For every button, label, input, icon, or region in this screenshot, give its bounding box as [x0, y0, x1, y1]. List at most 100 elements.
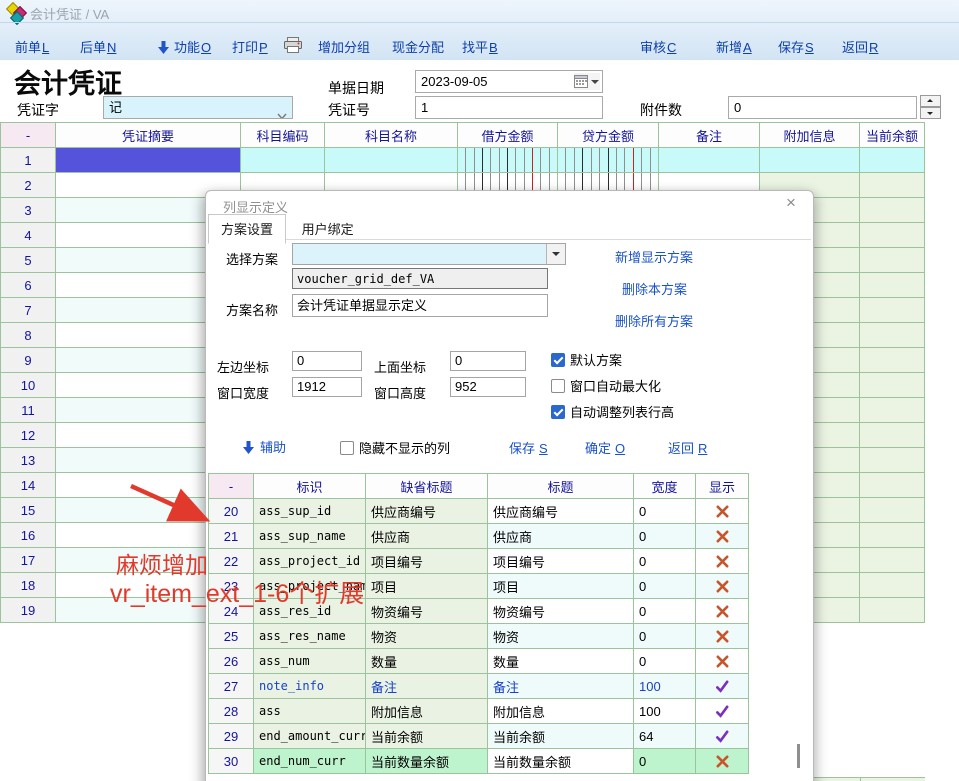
row-number[interactable]: 7	[1, 298, 56, 323]
grid-cell[interactable]	[860, 398, 925, 423]
grid-cell[interactable]	[860, 448, 925, 473]
grid-cell[interactable]	[860, 248, 925, 273]
dropdown-button[interactable]	[546, 244, 565, 264]
row-number[interactable]: 25	[209, 624, 254, 649]
grid-cell[interactable]	[860, 348, 925, 373]
field-id-cell[interactable]: ass_sup_name	[254, 524, 366, 549]
row-number[interactable]: 6	[1, 273, 56, 298]
grid-cell[interactable]	[860, 223, 925, 248]
title-cell[interactable]: 数量	[488, 649, 634, 674]
field-id-cell[interactable]: ass	[254, 699, 366, 724]
field-id-cell[interactable]: ass_project_id	[254, 549, 366, 574]
row-number[interactable]: 11	[1, 398, 56, 423]
cross-icon[interactable]	[696, 599, 749, 624]
default-title-cell[interactable]: 当前余额	[366, 724, 488, 749]
row-number[interactable]: 21	[209, 524, 254, 549]
row-number[interactable]: 22	[209, 549, 254, 574]
toolbar-button-找平[interactable]: 找平B	[462, 37, 498, 56]
default-title-cell[interactable]: 项目	[366, 574, 488, 599]
grid-cell[interactable]	[659, 148, 760, 173]
grid-cell[interactable]	[860, 523, 925, 548]
grid-cell[interactable]	[860, 473, 925, 498]
toolbar-button-新增[interactable]: 新增A	[716, 37, 752, 56]
width-cell[interactable]: 0	[634, 549, 696, 574]
check-icon[interactable]	[696, 674, 749, 699]
add-scheme-link[interactable]: 新增显示方案	[615, 247, 693, 266]
ok-button[interactable]: 确定O	[585, 438, 625, 457]
check-icon[interactable]	[696, 724, 749, 749]
cross-icon[interactable]	[696, 749, 749, 774]
delete-all-schemes-link[interactable]: 删除所有方案	[615, 311, 693, 330]
tab-user-binding[interactable]: 用户绑定	[290, 215, 366, 243]
row-number[interactable]: 20	[209, 499, 254, 524]
field-id-cell[interactable]: end_amount_curr	[254, 724, 366, 749]
title-cell[interactable]: 备注	[488, 674, 634, 699]
grid-cell[interactable]	[241, 148, 325, 173]
cross-icon[interactable]	[696, 624, 749, 649]
title-cell[interactable]: 项目编号	[488, 549, 634, 574]
save-button[interactable]: 保存S	[509, 438, 548, 457]
voucher-no-input[interactable]: 1	[415, 96, 603, 119]
width-cell[interactable]: 0	[634, 574, 696, 599]
row-number[interactable]: 2	[1, 173, 56, 198]
grid-cell[interactable]	[860, 273, 925, 298]
printer-icon[interactable]	[284, 37, 307, 56]
width-cell[interactable]: 0	[634, 524, 696, 549]
cross-icon[interactable]	[696, 649, 749, 674]
auto-maximize-checkbox[interactable]: 窗口自动最大化	[551, 376, 661, 395]
default-scheme-checkbox[interactable]: 默认方案	[551, 350, 622, 369]
grid-cell[interactable]	[860, 598, 925, 623]
default-title-cell[interactable]: 附加信息	[366, 699, 488, 724]
grid-cell[interactable]	[860, 298, 925, 323]
row-number[interactable]: 15	[1, 498, 56, 523]
scheme-combobox[interactable]	[292, 243, 566, 265]
grid-cell[interactable]	[860, 198, 925, 223]
row-number[interactable]: 4	[1, 223, 56, 248]
grid-cell[interactable]	[760, 148, 860, 173]
aux-button[interactable]: 辅助	[243, 437, 286, 457]
grid-cell[interactable]	[860, 498, 925, 523]
title-cell[interactable]: 项目	[488, 574, 634, 599]
title-cell[interactable]: 物资	[488, 624, 634, 649]
stepper-up-button[interactable]	[920, 95, 941, 107]
title-cell[interactable]: 供应商编号	[488, 499, 634, 524]
grid-cell[interactable]	[860, 373, 925, 398]
default-title-cell[interactable]: 备注	[366, 674, 488, 699]
auto-row-height-checkbox[interactable]: 自动调整列表行高	[551, 402, 674, 421]
field-id-cell[interactable]: end_num_curr	[254, 749, 366, 774]
grid-cell[interactable]	[860, 173, 925, 198]
row-number[interactable]: 17	[1, 548, 56, 573]
default-title-cell[interactable]: 物资	[366, 624, 488, 649]
left-coord-input[interactable]: 0	[292, 351, 362, 371]
default-title-cell[interactable]: 数量	[366, 649, 488, 674]
row-number[interactable]: 9	[1, 348, 56, 373]
grid-cell[interactable]	[558, 148, 659, 173]
title-cell[interactable]: 当前数量余额	[488, 749, 634, 774]
cross-icon[interactable]	[696, 549, 749, 574]
calendar-icon[interactable]	[574, 73, 600, 90]
row-number[interactable]: 27	[209, 674, 254, 699]
toolbar-button-审核[interactable]: 审核C	[640, 37, 676, 56]
cross-icon[interactable]	[696, 574, 749, 599]
attachments-input[interactable]: 0	[728, 96, 917, 119]
title-cell[interactable]: 当前余额	[488, 724, 634, 749]
row-number[interactable]: 16	[1, 523, 56, 548]
grid-cell[interactable]	[860, 323, 925, 348]
row-number[interactable]: 8	[1, 323, 56, 348]
field-id-cell[interactable]: note_info	[254, 674, 366, 699]
width-cell[interactable]: 100	[634, 674, 696, 699]
cross-icon[interactable]	[696, 524, 749, 549]
dialog-scrollbar-thumb[interactable]	[797, 744, 800, 768]
toolbar-button-现金分配[interactable]: 现金分配	[392, 37, 444, 56]
toolbar-button-增加分组[interactable]: 增加分组	[318, 37, 370, 56]
row-number[interactable]: 13	[1, 448, 56, 473]
grid-cell[interactable]	[860, 573, 925, 598]
title-cell[interactable]: 供应商	[488, 524, 634, 549]
selected-cell[interactable]	[56, 148, 241, 173]
row-number[interactable]: 26	[209, 649, 254, 674]
top-coord-input[interactable]: 0	[450, 351, 526, 371]
width-cell[interactable]: 0	[634, 649, 696, 674]
toolbar-button-后单[interactable]: 后单N	[80, 37, 116, 56]
width-cell[interactable]: 0	[634, 499, 696, 524]
row-number[interactable]: 10	[1, 373, 56, 398]
